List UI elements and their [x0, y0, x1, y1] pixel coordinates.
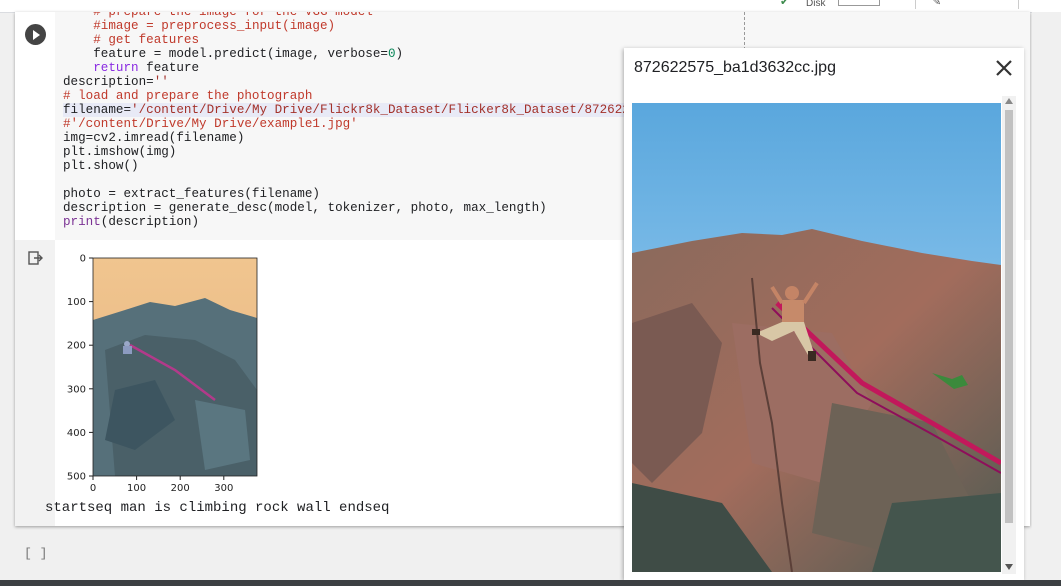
- code-line[interactable]: # load and prepare the photograph: [63, 89, 312, 103]
- y-tick-label: 100: [67, 297, 86, 308]
- code-line[interactable]: photo = extract_features(filename): [63, 187, 320, 201]
- code-token: description=: [63, 75, 154, 89]
- code-line[interactable]: description='': [63, 75, 169, 89]
- code-line[interactable]: return feature: [63, 61, 199, 75]
- x-tick-label: 0: [90, 483, 96, 494]
- code-line[interactable]: feature = model.predict(image, verbose=0…: [63, 47, 403, 61]
- y-tick-label: 400: [67, 428, 86, 439]
- x-tick-label: 100: [127, 483, 146, 494]
- image-viewer-panel: 872622575_ba1d3632cc.jpg: [624, 48, 1024, 580]
- code-token: feature: [138, 61, 200, 75]
- y-tick-label: 500: [67, 472, 86, 483]
- code-token: filename=: [63, 103, 132, 117]
- code-line[interactable]: #'/content/Drive/My Drive/example1.jpg': [63, 117, 358, 131]
- photo-scrollbar[interactable]: [1002, 96, 1016, 574]
- scroll-up-icon[interactable]: [1005, 98, 1013, 104]
- code-token: img=cv2.imread(filename): [63, 131, 245, 145]
- y-tick-label: 200: [67, 341, 86, 352]
- code-line[interactable]: plt.show(): [63, 159, 139, 173]
- code-token: feature = model.predict(image, verbose=: [93, 47, 388, 61]
- code-line[interactable]: description = generate_desc(model, token…: [63, 201, 547, 215]
- code-line[interactable]: #image = preprocess_input(image): [63, 19, 335, 33]
- code-line[interactable]: img=cv2.imread(filename): [63, 131, 244, 145]
- scroll-down-icon[interactable]: [1005, 564, 1013, 570]
- x-axis: 0 100 200 300: [90, 476, 233, 494]
- right-edge: [1032, 12, 1061, 580]
- disk-label: Disk: [806, 0, 826, 9]
- close-icon[interactable]: [994, 58, 1014, 78]
- x-tick-label: 300: [214, 483, 233, 494]
- image-viewer-title: 872622575_ba1d3632cc.jpg: [634, 59, 836, 76]
- code-token: plt.show(): [63, 159, 139, 173]
- output-plot: 0 100 200 300 400 500 0 100 200 300: [67, 254, 258, 494]
- plot-image: [93, 258, 257, 476]
- code-token: 0: [387, 47, 396, 61]
- code-line[interactable]: plt.imshow(img): [63, 145, 176, 159]
- code-token: '': [153, 75, 169, 89]
- code-token: (description): [100, 215, 200, 229]
- output-gutter: [15, 240, 55, 526]
- code-token: description = generate_desc(model, token…: [63, 201, 547, 215]
- y-axis: 0 100 200 300 400 500: [67, 254, 93, 483]
- output-redirect-icon[interactable]: [27, 250, 43, 266]
- x-tick-label: 200: [171, 483, 190, 494]
- disk-usage-bar[interactable]: [838, 0, 880, 6]
- y-tick-label: 300: [67, 384, 86, 395]
- photo-preview: [632, 103, 1001, 572]
- code-token: photo = extract_features(filename): [63, 187, 320, 201]
- code-token: print: [63, 215, 101, 229]
- scrollbar-thumb[interactable]: [1005, 110, 1013, 523]
- code-line[interactable]: print(description): [63, 215, 199, 229]
- toolbar-divider: [1018, 0, 1019, 9]
- code-token: # get features: [93, 33, 200, 47]
- toolbar-divider: [915, 0, 916, 9]
- empty-cell-prompt[interactable]: [ ]: [24, 546, 47, 561]
- code-token: #'/content/Drive/My Drive/example1.jpg': [63, 117, 358, 131]
- edit-pen-icon[interactable]: ✎: [932, 0, 941, 8]
- code-line[interactable]: # prepare the image for the VGG model: [63, 12, 373, 19]
- play-icon: [33, 29, 40, 40]
- code-token: plt.imshow(img): [63, 145, 177, 159]
- connected-check-icon: ✔: [780, 0, 790, 8]
- code-token: # load and prepare the photograph: [63, 89, 313, 103]
- code-token: #image = preprocess_input(image): [93, 19, 336, 33]
- code-token: return: [93, 61, 139, 75]
- status-bar: [0, 580, 1061, 586]
- stdout-text: startseq man is climbing rock wall endse…: [45, 500, 390, 516]
- run-cell-button[interactable]: [25, 24, 46, 45]
- code-token: ): [395, 47, 404, 61]
- y-tick-label: 0: [80, 254, 86, 265]
- code-token: # prepare the image for the VGG model: [93, 12, 373, 19]
- code-line[interactable]: # get features: [63, 33, 199, 47]
